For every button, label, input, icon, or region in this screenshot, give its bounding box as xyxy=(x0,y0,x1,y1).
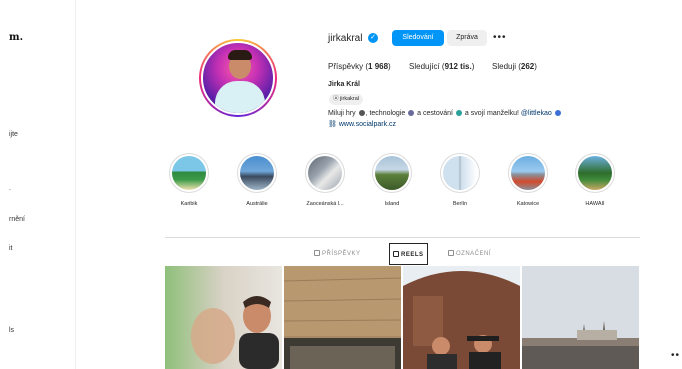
threads-icon: ⓐ xyxy=(333,96,339,102)
followers-count[interactable]: Sledující (912 tis.) xyxy=(409,62,474,71)
profile-username: jirkakral xyxy=(328,33,363,44)
reels-icon xyxy=(393,251,399,258)
highlight-island[interactable]: Island xyxy=(369,153,415,207)
pagination-dots-icon: •• xyxy=(671,350,681,361)
more-options-icon[interactable]: ••• xyxy=(493,32,507,43)
post-thumbnail[interactable] xyxy=(403,266,520,369)
highlight-berlin[interactable]: Berlín xyxy=(437,153,483,207)
highlight-cover xyxy=(240,156,274,190)
highlight-australie[interactable]: Austrálie xyxy=(234,153,280,207)
posts-count[interactable]: Příspěvky (1 968) xyxy=(328,62,391,71)
sidebar-item-fragment[interactable]: it xyxy=(9,245,13,252)
highlight-cover xyxy=(578,156,612,190)
phone-icon xyxy=(408,110,415,117)
left-sidebar: m. ijte . rnění it ls xyxy=(0,0,76,369)
blue-heart-icon xyxy=(554,110,561,117)
avatar-photo xyxy=(201,41,275,115)
highlight-katowice[interactable]: Katowice xyxy=(505,153,551,207)
profile-bio: Miluji hry , technologie a cestování a s… xyxy=(328,110,562,117)
following-button[interactable]: Sledování xyxy=(392,30,444,46)
gamepad-icon xyxy=(358,110,365,117)
sidebar-item-fragment[interactable]: rnění xyxy=(9,216,25,223)
grid-icon xyxy=(314,250,320,257)
link-icon: ⛓ xyxy=(328,121,337,128)
verified-badge-icon: ✓ xyxy=(368,33,378,43)
highlight-zaoceanska[interactable]: Zaoceánská l... xyxy=(302,153,348,207)
highlight-cover xyxy=(375,156,409,190)
profile-avatar[interactable] xyxy=(199,39,277,117)
sidebar-item-fragment[interactable]: ls xyxy=(9,327,14,334)
tab-reels[interactable]: REELS xyxy=(389,243,428,265)
tab-tagged[interactable]: OZNAČENÍ xyxy=(448,243,491,265)
highlight-hawaii[interactable]: HAWAII xyxy=(572,153,618,207)
bio-mention-link[interactable]: @littlekao xyxy=(521,110,552,117)
post-thumbnail[interactable] xyxy=(284,266,401,369)
tab-posts[interactable]: PŘÍSPĚVKY xyxy=(314,243,361,265)
message-button[interactable]: Zpráva xyxy=(447,30,487,46)
following-count[interactable]: Sleduji (262) xyxy=(492,62,537,71)
app-logo[interactable]: m. xyxy=(9,32,23,43)
sidebar-item-fragment[interactable]: ijte xyxy=(9,131,18,138)
post-thumbnail[interactable] xyxy=(522,266,639,369)
profile-full-name: Jirka Král xyxy=(328,81,360,88)
highlight-cover xyxy=(308,156,342,190)
highlight-cover xyxy=(511,156,545,190)
tabs-divider xyxy=(165,237,640,238)
highlight-karibik[interactable]: Karibik xyxy=(166,153,212,207)
highlight-cover xyxy=(172,156,206,190)
sidebar-item-fragment[interactable]: . xyxy=(9,185,11,192)
tagged-icon xyxy=(448,250,454,257)
globe-icon xyxy=(455,110,462,117)
highlight-cover xyxy=(443,156,477,190)
profile-website-link[interactable]: ⛓ www.socialpark.cz xyxy=(328,120,396,128)
post-thumbnail[interactable] xyxy=(165,266,282,369)
threads-badge[interactable]: ⓐ jirkakral xyxy=(329,94,363,105)
